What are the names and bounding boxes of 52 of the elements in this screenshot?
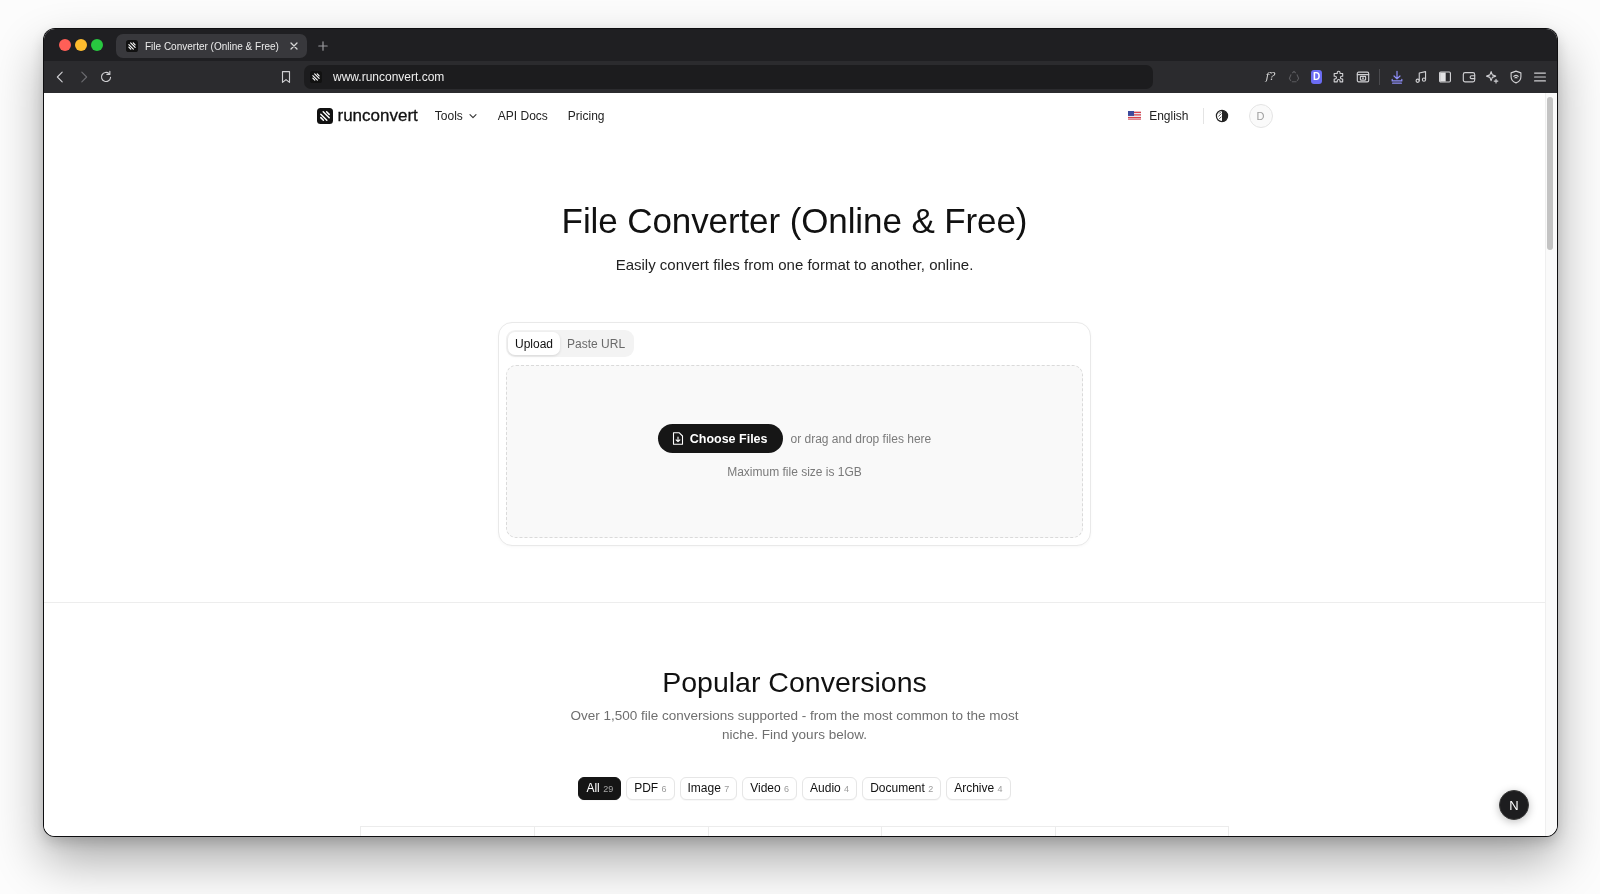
window-minimize-button[interactable] [75,39,87,51]
section-title: Popular Conversions [662,665,927,700]
address-bar[interactable]: www.runconvert.com [304,65,1153,89]
choose-files-button[interactable]: Choose Files [657,424,783,453]
sparkle-icon[interactable] [1485,70,1500,84]
dev-tools-button[interactable]: N [1499,790,1529,820]
filter-chip[interactable]: Audio 4 [802,777,858,800]
scrollbar-thumb[interactable] [1547,97,1553,250]
window-close-button[interactable] [59,39,71,51]
screenshot-icon[interactable] [1355,70,1370,84]
extension-icon[interactable]: f? [1263,70,1278,84]
upload-tab[interactable]: Paste URL [560,332,633,355]
page-subtitle: Easily convert files from one format to another, online. [615,255,974,275]
filter-chip[interactable]: Archive 4 [946,777,1011,800]
window-maximize-button[interactable] [91,39,103,51]
site-favicon-icon [126,40,138,52]
contrast-icon[interactable] [1214,108,1229,123]
filter-chip[interactable]: All 29 [578,777,622,800]
language-button[interactable]: English [1128,108,1189,123]
filter-chip[interactable]: Image 7 [679,777,738,800]
shield-icon[interactable] [1509,70,1524,84]
logo-icon [316,107,333,124]
url-text: www.runconvert.com [333,70,445,84]
file-icon [671,432,684,445]
wallet-icon[interactable] [1461,70,1476,84]
flag-icon [1128,111,1142,120]
site-favicon-icon [310,71,322,83]
nav-link[interactable]: Pricing [567,108,605,123]
upload-tab[interactable]: Upload [508,332,561,355]
site-logo[interactable]: runconvert [316,105,418,126]
drop-zone[interactable]: Choose Files or drag and drop files here Maximum file size is 1GB [506,365,1083,538]
tab-title: File Converter (Online & Free) [145,40,279,52]
page-title: File Converter (Online & Free) [561,200,1028,242]
file-size-note: Maximum file size is 1GB [727,465,862,479]
menu-icon[interactable] [1533,70,1547,84]
puzzle-icon[interactable] [1331,70,1346,84]
sidebar-icon[interactable] [1437,70,1452,84]
new-tab-icon[interactable] [318,41,328,51]
extension-icon[interactable]: D [1311,70,1323,84]
drop-hint: or drag and drop files here [790,431,932,446]
filter-chip[interactable]: Video 6 [742,777,798,800]
browser-tab[interactable]: File Converter (Online & Free) [116,34,307,58]
music-icon[interactable] [1414,70,1428,84]
nav-link[interactable]: API Docs [497,108,548,123]
filter-chip[interactable]: Document 2 [862,777,942,800]
filter-chip[interactable]: PDF 6 [626,777,675,800]
bookmark-icon[interactable] [279,70,293,84]
tools-menu-button[interactable]: Tools [434,108,478,123]
reload-icon[interactable] [99,70,113,84]
download-icon[interactable] [1390,70,1405,84]
section-description: Over 1,500 file conversions supported - from the most common to the most niche. Find yours below. [569,707,1020,744]
close-tab-icon[interactable] [290,42,298,50]
